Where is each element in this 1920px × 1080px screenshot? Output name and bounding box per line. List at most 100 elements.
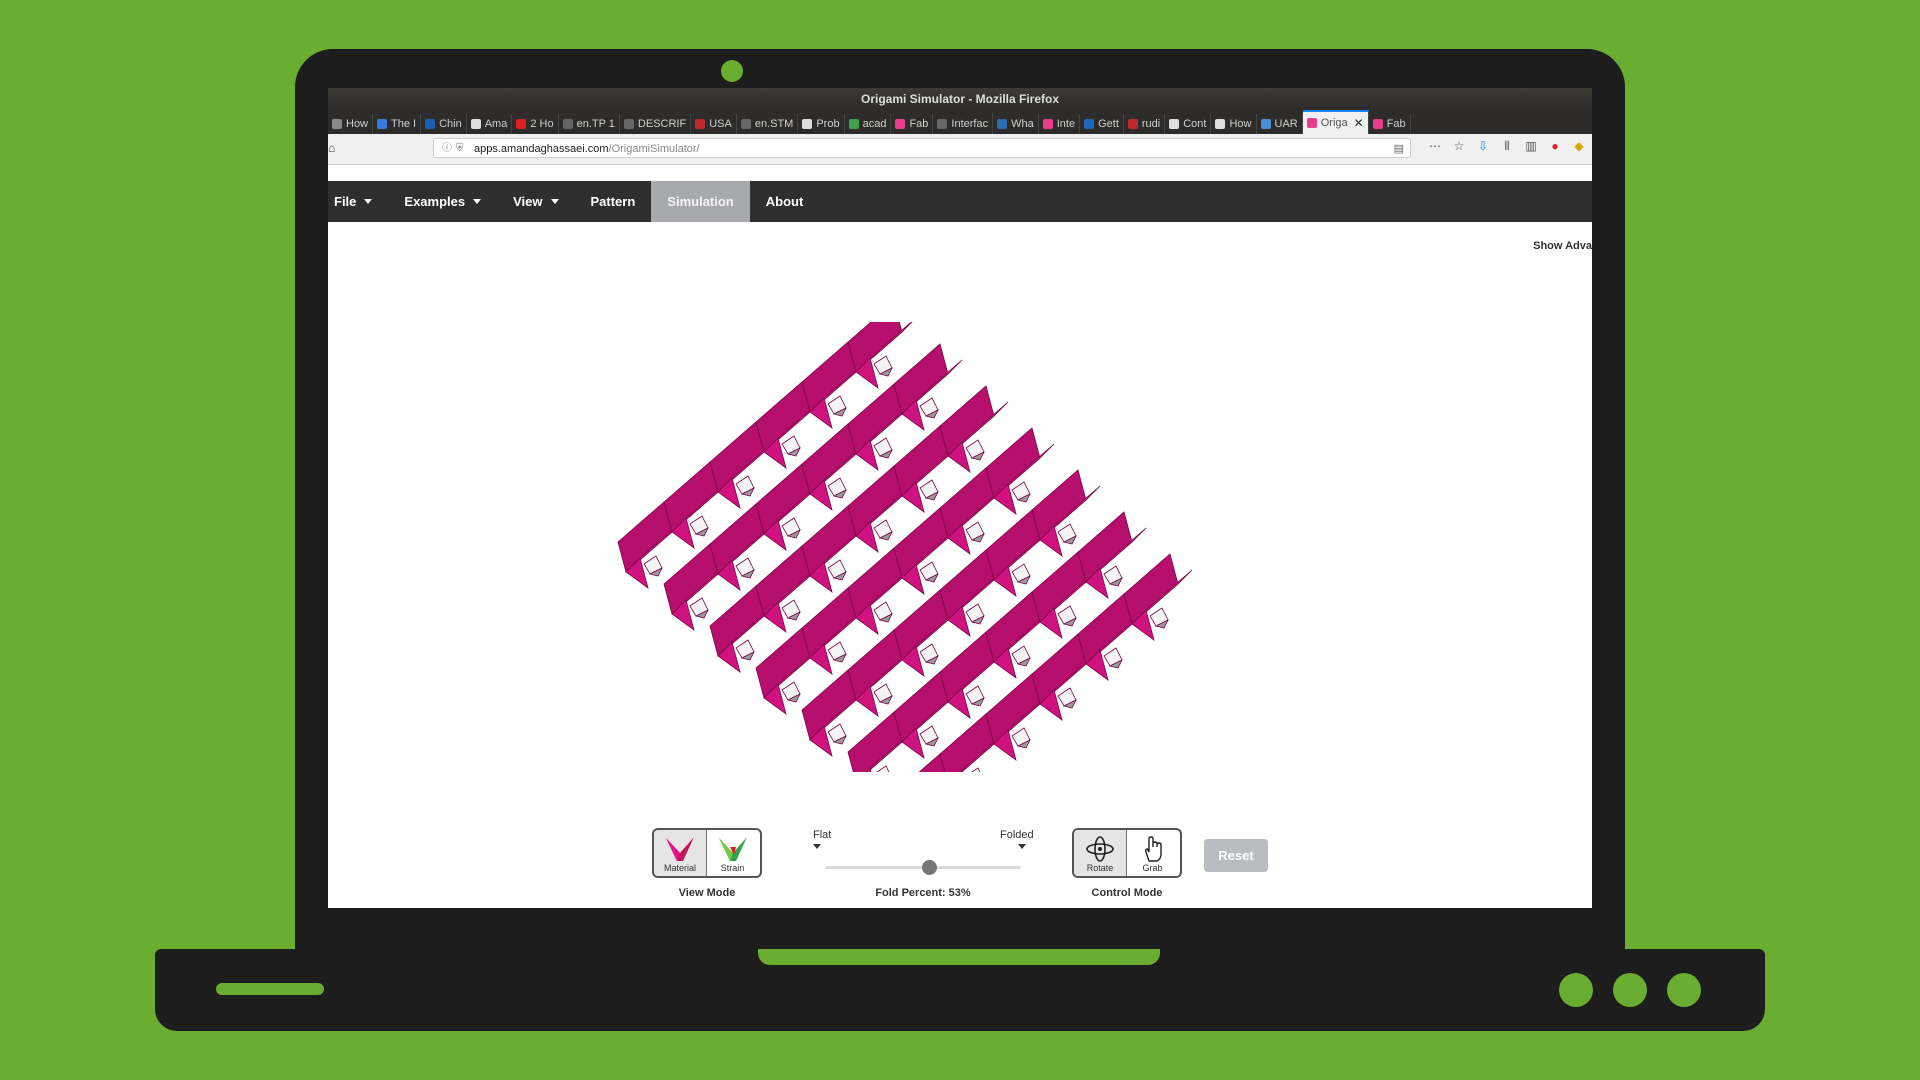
navigation-bar: ⌂ ⓘ ⛨ apps.amandaghassaei.com/OrigamiSim… — [328, 134, 1592, 165]
menu-simulation[interactable]: Simulation — [651, 181, 750, 222]
menu-file-label: File — [334, 194, 357, 209]
browser-tab[interactable]: Prob — [798, 114, 845, 134]
url-bar[interactable]: ⓘ ⛨ apps.amandaghassaei.com/OrigamiSimul… — [433, 138, 1411, 158]
browser-tab[interactable]: en.STM — [737, 114, 799, 134]
strain-button[interactable]: Strain — [706, 830, 758, 876]
strain-icon — [718, 837, 747, 861]
browser-tab[interactable]: UAR — [1257, 114, 1303, 134]
reader-view-icon[interactable]: ▤ — [1394, 139, 1404, 159]
material-button[interactable]: Material — [654, 830, 706, 876]
folded-label: Folded — [1000, 829, 1034, 849]
browser-tab[interactable]: 2 Ho — [512, 114, 559, 134]
shield-icon[interactable]: ⛨ — [456, 139, 464, 159]
flat-text: Flat — [813, 829, 832, 841]
view-mode-label: View Mode — [678, 887, 736, 899]
favicon-icon — [562, 119, 573, 129]
tab-label: en.TP 1 — [576, 118, 615, 130]
favicon-icon — [377, 119, 388, 129]
menu-about-label: About — [765, 194, 804, 209]
menu-view[interactable]: View — [497, 181, 574, 222]
browser-tab[interactable]: How — [1211, 114, 1257, 134]
browser-tab[interactable]: Ama — [467, 114, 513, 134]
tab-label: USA — [709, 118, 732, 130]
hand-icon — [1144, 836, 1162, 862]
favicon-icon — [470, 119, 481, 129]
screen: Origami Simulator - Mozilla Firefox How T… — [328, 88, 1592, 908]
browser-tab[interactable]: Origa ✕ — [1302, 110, 1369, 134]
sidebar-icon[interactable]: ▥ — [1524, 139, 1538, 154]
browser-tab[interactable]: USA — [691, 114, 737, 134]
show-advanced-link[interactable]: Show Adva — [1533, 240, 1592, 252]
browser-tab[interactable]: Cont — [1165, 114, 1212, 134]
favicon-icon — [1169, 119, 1180, 129]
favicon-icon — [332, 119, 342, 129]
rotate-button[interactable]: Rotate — [1074, 830, 1126, 876]
folded-text: Folded — [1000, 829, 1034, 841]
home-icon[interactable]: ⌂ — [328, 141, 335, 155]
browser-tab[interactable]: Interfac — [933, 114, 994, 134]
browser-tab[interactable]: Fab — [891, 114, 934, 134]
favicon-icon — [1372, 119, 1383, 129]
browser-tab[interactable]: Fab — [1369, 114, 1411, 134]
toolbar-icons: ⋯ ☆ ⇩ ⫴ ▥ ● ◆ — [1428, 139, 1586, 154]
laptop-vent — [216, 983, 324, 995]
menu-pattern-label: Pattern — [590, 194, 636, 209]
browser-tab[interactable]: en.TP 1 — [559, 114, 620, 134]
grab-label: Grab — [1142, 863, 1163, 873]
browser-tab[interactable]: Gett — [1080, 114, 1124, 134]
favicon-icon — [895, 119, 906, 129]
laptop-dot — [1667, 973, 1701, 1007]
chevron-down-icon — [364, 199, 373, 204]
adblock-icon[interactable]: ● — [1548, 139, 1562, 154]
fold-face — [918, 753, 946, 772]
laptop-dot — [1559, 973, 1593, 1007]
browser-tab[interactable]: How — [328, 114, 374, 134]
info-icon[interactable]: ⓘ — [442, 139, 452, 159]
library-icon[interactable]: ⫴ — [1500, 139, 1514, 154]
browser-tab[interactable]: acad — [845, 114, 892, 134]
browser-tab[interactable]: Inte — [1039, 114, 1081, 134]
favicon-icon — [802, 119, 813, 129]
tab-label: Cont — [1183, 118, 1207, 130]
window-title: Origami Simulator - Mozilla Firefox — [328, 88, 1592, 110]
favicon-icon — [516, 119, 527, 129]
fold-percent-label: Fold Percent: 53% — [875, 887, 971, 899]
folded-marker-icon — [1017, 844, 1026, 849]
menu-file[interactable]: File — [328, 181, 388, 222]
tab-label: Fab — [909, 118, 929, 130]
menu-pattern[interactable]: Pattern — [575, 181, 652, 222]
fold-opening — [971, 767, 981, 772]
fold-slider-thumb[interactable] — [921, 860, 937, 875]
simulation-canvas[interactable]: Show Adva Material Strain View Mode Flat… — [328, 222, 1592, 907]
close-tab-icon[interactable]: ✕ — [1354, 116, 1364, 130]
browser-tab[interactable]: Wha — [993, 114, 1039, 134]
reset-button[interactable]: Reset — [1204, 839, 1268, 872]
more-actions-icon[interactable]: ⋯ — [1428, 139, 1442, 154]
laptop-dot — [1613, 973, 1647, 1007]
bookmark-star-icon[interactable]: ☆ — [1452, 139, 1466, 154]
tab-label: Chin — [439, 118, 462, 130]
browser-tab[interactable]: DESCRIF — [620, 114, 692, 134]
tab-label: How — [1229, 118, 1252, 130]
browser-tab[interactable]: Chin — [421, 114, 467, 134]
download-icon[interactable]: ⇩ — [1476, 139, 1490, 154]
fold-slider-track[interactable] — [825, 860, 1021, 875]
favicon-icon — [1084, 119, 1095, 129]
tab-label: Origa — [1320, 117, 1348, 129]
favicon-icon — [1215, 119, 1226, 129]
browser-tab[interactable]: rudi — [1124, 114, 1166, 134]
favicon-icon — [1306, 118, 1317, 128]
tab-label: 2 Ho — [530, 118, 554, 130]
browser-tab[interactable]: The I — [373, 114, 422, 134]
grab-button[interactable]: Grab — [1126, 830, 1178, 876]
origami-model[interactable] — [598, 322, 1328, 772]
menu-simulation-label: Simulation — [667, 194, 734, 209]
menu-examples[interactable]: Examples — [388, 181, 497, 222]
extension-icon[interactable]: ◆ — [1572, 139, 1586, 154]
favicon-icon — [695, 119, 706, 129]
tab-label: Gett — [1098, 118, 1119, 130]
menu-about[interactable]: About — [750, 181, 820, 222]
favicon-icon — [1260, 119, 1271, 129]
tab-label: Ama — [484, 118, 508, 130]
tab-label: Fab — [1386, 118, 1406, 130]
